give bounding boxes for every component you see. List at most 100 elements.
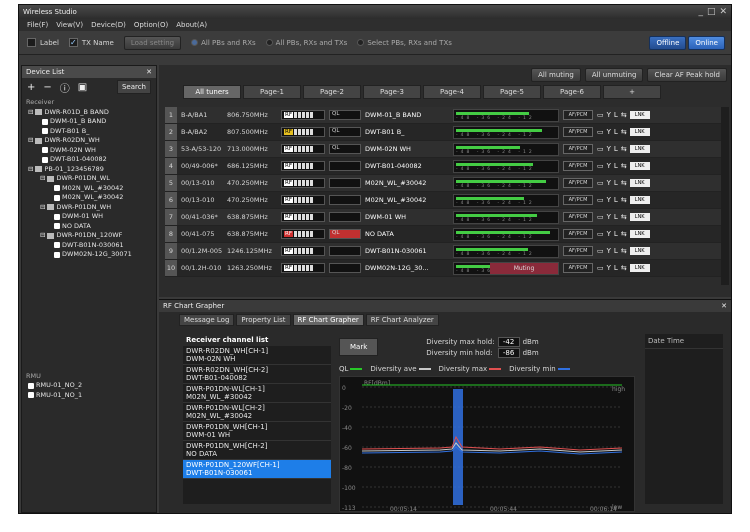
- grapher-tab-3[interactable]: RF Chart Analyzer: [365, 314, 439, 326]
- transmitter-icon: [42, 156, 48, 163]
- channel-item[interactable]: DWR-P01DN-WL[CH-2] M02N_WL_#30042: [183, 403, 331, 422]
- tree-node[interactable]: M02N_WL_#30042: [24, 193, 154, 203]
- rmu-node[interactable]: RMU-01_NO_1: [24, 391, 154, 401]
- tab-7[interactable]: +: [603, 85, 661, 99]
- tuner-row[interactable]: 10 00/1.2H-010 1263.250MHz RF DWM02N-12G_30.…: [165, 260, 721, 277]
- all-muting-button[interactable]: All muting: [531, 68, 581, 82]
- tab-0[interactable]: All tuners: [183, 85, 241, 99]
- clear-af-peak-button[interactable]: Clear AF Peak hold: [647, 68, 727, 82]
- channel-item[interactable]: DWR-P01DN_120WF[CH-1] DWT-B01N-030061: [183, 460, 331, 479]
- rf-bar: [306, 231, 309, 237]
- menu-option[interactable]: Option(O): [134, 21, 168, 29]
- tuner-row[interactable]: 8 00/41-075 638.875MHz RF QL NO DATA -48 -36 -…: [165, 226, 721, 243]
- tuner-row[interactable]: 9 00/1.2M-005 1246.125MHz RF DWT-B01N-030061…: [165, 243, 721, 260]
- tab-5[interactable]: Page-5: [483, 85, 541, 99]
- tree-node[interactable]: DWT-B01 B_: [24, 127, 154, 137]
- tuner-row[interactable]: 1 B-A/BA1 806.750MHz RF QL DWM-01_B BAND -48 -…: [165, 107, 721, 124]
- tuner-row[interactable]: 2 B-A/BA2 807.500MHz RF QL DWT-B01 B_ -48 -36 …: [165, 124, 721, 141]
- online-button[interactable]: Online: [688, 35, 725, 50]
- tree-node[interactable]: ⊟ DWR-R02DN_WH: [24, 136, 154, 146]
- rmu-node[interactable]: RMU-01_NO_2: [24, 381, 154, 391]
- status-icons: ▭ Y L ⇆ LNK: [597, 128, 657, 136]
- grapher-tab-1[interactable]: Property List: [236, 314, 291, 326]
- tree-node[interactable]: DWM-01 WH: [24, 212, 154, 222]
- label-checkbox[interactable]: Label: [27, 38, 59, 47]
- tree-node[interactable]: ⊟ DWR-P01DN_120WF: [24, 231, 154, 241]
- rf-bar: [310, 197, 313, 203]
- tab-3[interactable]: Page-3: [363, 85, 421, 99]
- grapher-tab-2[interactable]: RF Chart Grapher: [292, 314, 364, 326]
- tree-node[interactable]: DWM-01_B BAND: [24, 117, 154, 127]
- close-icon[interactable]: ✕: [721, 302, 727, 310]
- tab-1[interactable]: Page-1: [243, 85, 301, 99]
- expand-icon[interactable]: ⊟: [40, 203, 45, 213]
- tree-node[interactable]: DWM-02N WH: [24, 146, 154, 156]
- rf-tag: RF: [284, 163, 293, 169]
- close-icon[interactable]: ✕: [719, 7, 727, 17]
- date-time-header: Date Time: [645, 334, 723, 349]
- link-badge: LNK: [629, 247, 650, 255]
- add-icon[interactable]: +: [27, 82, 35, 93]
- tree-node-label: PB-01_123456789: [44, 164, 104, 173]
- tab-2[interactable]: Page-2: [303, 85, 361, 99]
- tab-6[interactable]: Page-6: [543, 85, 601, 99]
- maximize-icon[interactable]: □: [707, 7, 716, 17]
- search-button[interactable]: Search: [116, 80, 151, 94]
- tuner-row[interactable]: 3 53-A/53-120 713.000MHz RF QL DWM-02N WH -48 …: [165, 141, 721, 158]
- radio-all-pbs-rxs[interactable]: All PBs and RXs: [191, 39, 256, 47]
- tuner-row[interactable]: 6 00/13-010 470.250MHz RF M02N_WL_#30042 -48 …: [165, 192, 721, 209]
- rf-indicator: RF: [281, 161, 325, 171]
- mark-button[interactable]: Mark: [339, 338, 379, 356]
- tree-node[interactable]: DWT-B01N-030061: [24, 241, 154, 251]
- tree-node[interactable]: DWM02N-12G_30071: [24, 250, 154, 260]
- rf-bar: [294, 231, 297, 237]
- channel-item[interactable]: DWR-R02DN_WH[CH-2] DWT-B01-040082: [183, 365, 331, 384]
- tree-node[interactable]: DWT-B01-040082: [24, 155, 154, 165]
- remove-icon[interactable]: −: [43, 82, 51, 93]
- expand-icon[interactable]: ⊟: [40, 174, 45, 184]
- load-setting-button[interactable]: Load setting: [123, 35, 182, 50]
- tree-node[interactable]: ⊟ DWR-P01DN_WH: [24, 203, 154, 213]
- af-meter: -48 -36 -24 -12Muting: [453, 261, 559, 275]
- tuner-row[interactable]: 5 00/13-010 470.250MHz RF M02N_WL_#30042 -48 …: [165, 175, 721, 192]
- channel-item[interactable]: DWR-P01DN-WL[CH-1] M02N_WL_#30042: [183, 384, 331, 403]
- ql-indicator: QL: [329, 127, 361, 137]
- monitor-icon[interactable]: ▣: [78, 82, 87, 93]
- offline-button[interactable]: Offline: [649, 35, 687, 50]
- rf-tag: RF: [284, 248, 293, 254]
- tuner-row[interactable]: 7 00/41-036* 638.875MHz RF DWM-01 WH -48 -36 …: [165, 209, 721, 226]
- radio-select[interactable]: Select PBs, RXs and TXs: [357, 39, 452, 47]
- channel-item[interactable]: DWR-P01DN_WH[CH-2] NO DATA: [183, 441, 331, 460]
- tuner-row[interactable]: 4 00/49-006* 686.125MHz RF DWT-B01-040082 -48…: [165, 158, 721, 175]
- info-icon[interactable]: ⓘ: [60, 80, 70, 95]
- channel-item[interactable]: DWR-P01DN_WH[CH-1] DWM-01 WH: [183, 422, 331, 441]
- expand-icon[interactable]: ⊟: [28, 108, 33, 118]
- menu-device[interactable]: Device(D): [91, 21, 126, 29]
- expand-icon[interactable]: ⊟: [40, 231, 45, 241]
- rf-plot[interactable]: 0 -20 -40 -60 -80 -100 -113 RF[dBm] high low 00:05…: [339, 376, 635, 513]
- receiver-icon: [35, 137, 43, 144]
- menu-file[interactable]: File(F): [27, 21, 48, 29]
- radio-all-pbs-rxs-txs[interactable]: All PBs, RXs and TXs: [265, 39, 347, 47]
- tx-name-checkbox[interactable]: ✓ TX Name: [68, 38, 114, 47]
- tree-node[interactable]: ⊟ PB-01_123456789: [24, 165, 154, 175]
- grapher-tab-0[interactable]: Message Log: [179, 314, 235, 326]
- all-unmuting-button[interactable]: All unmuting: [584, 68, 644, 82]
- expand-icon[interactable]: ⊟: [28, 136, 33, 146]
- rf-tag: RF: [284, 146, 293, 152]
- signal-icon: ⇆: [620, 179, 627, 187]
- tuner-scrollbar[interactable]: [721, 107, 729, 285]
- tree-node-label: DWR-R02DN_WH: [44, 136, 100, 144]
- menu-about[interactable]: About(A): [176, 21, 207, 29]
- menu-view[interactable]: View(V): [56, 21, 83, 29]
- tree-node[interactable]: M02N_WL_#30042: [24, 184, 154, 194]
- tree-node[interactable]: ⊟ DWR-R01D_B BAND: [24, 108, 154, 118]
- tree-node[interactable]: ⊟ DWR-P01DN_WL: [24, 174, 154, 184]
- tree-node[interactable]: NO DATA: [24, 222, 154, 232]
- expand-icon[interactable]: ⊟: [28, 165, 33, 175]
- minimize-icon[interactable]: _: [698, 7, 703, 17]
- close-icon[interactable]: ✕: [146, 68, 152, 76]
- tab-4[interactable]: Page-4: [423, 85, 481, 99]
- row-number: 8: [165, 226, 177, 242]
- channel-item[interactable]: DWR-R02DN_WH[CH-1] DWM-02N WH: [183, 346, 331, 365]
